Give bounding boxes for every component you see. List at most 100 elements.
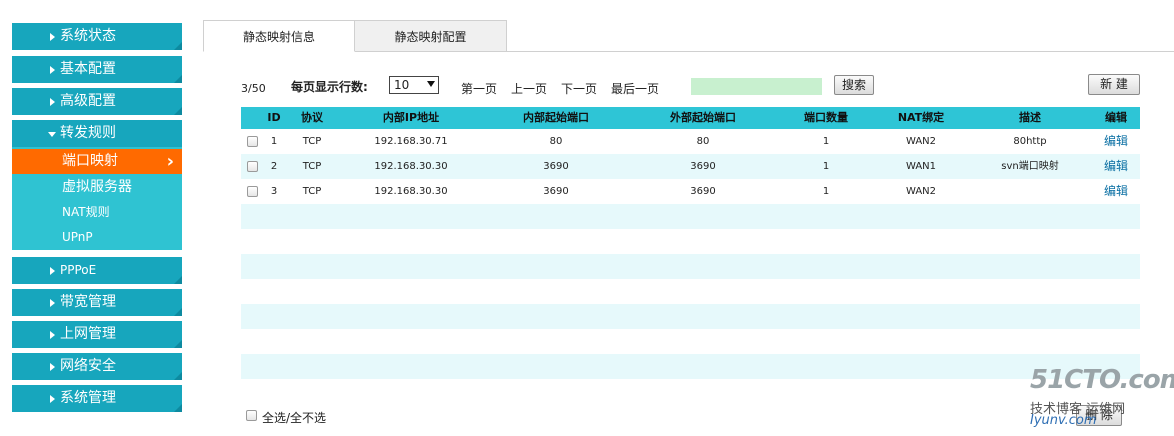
cell-id: 2 [270,161,278,172]
sidebar-item-system-management[interactable]: 系统管理 [12,385,182,412]
cell-protocol: TCP [302,136,322,147]
prev-page-link[interactable]: 上一页 [511,80,547,97]
row-checkbox[interactable] [247,136,258,147]
corner-decoration [174,107,182,115]
cell-nat: WAN2 [905,136,937,147]
cell-out-port: 80 [696,136,710,147]
column-header: 编辑 [1105,111,1127,124]
cell-desc [957,179,1103,204]
cell-desc: 80http [1013,136,1047,147]
caret-right-icon [50,331,55,339]
sidebar-item-pppoe[interactable]: PPPoE [12,257,182,284]
caret-right-icon [50,267,55,275]
empty-row [241,254,1140,279]
cell-in-port: 3690 [543,161,569,172]
column-header: 描述 [1019,111,1041,124]
corner-decoration [174,340,182,348]
caret-right-icon [50,363,55,371]
sidebar-item-bandwidth[interactable]: 带宽管理 [12,289,182,316]
sidebar-item-system-status[interactable]: 系统状态 [12,23,182,50]
sidebar-subitem-label: 虚拟服务器 [62,179,132,195]
rows-per-page-value: 10 [394,78,410,92]
sidebar-item-label: 上网管理 [60,326,116,342]
rows-per-page-select[interactable]: 10 [389,76,439,94]
table-row: 1 TCP 192.168.30.71 80 80 1 WAN2 80http … [241,129,1140,154]
empty-row [241,354,1140,379]
cell-ip: 192.168.30.30 [374,161,448,172]
sidebar-item-label: 系统状态 [60,28,116,44]
column-header: ID [267,111,281,124]
cell-desc: svn端口映射 [1001,161,1059,172]
cell-nat: WAN1 [905,161,937,172]
caret-right-icon [50,395,55,403]
edit-link[interactable]: 编辑 [1096,154,1136,179]
first-page-link[interactable]: 第一页 [461,80,497,97]
sidebar-subitem-upnp[interactable]: UPnP [12,225,182,250]
sidebar-item-network-security[interactable]: 网络安全 [12,353,182,380]
sidebar-subitem-label: NAT规则 [62,205,110,219]
sidebar-item-advanced-config[interactable]: 高级配置 [12,88,182,115]
caret-right-icon [50,299,55,307]
row-checkbox[interactable] [247,186,258,197]
cell-ip: 192.168.30.71 [374,136,448,147]
sidebar-item-forwarding-rules[interactable]: 转发规则 [12,120,182,147]
sidebar-item-label: 系统管理 [60,390,116,406]
cell-protocol: TCP [302,186,322,197]
sidebar-item-internet-access[interactable]: 上网管理 [12,321,182,348]
empty-row [241,329,1140,354]
corner-decoration [174,276,182,284]
page-count: 3/50 [241,82,266,95]
sidebar-item-label: 基本配置 [60,61,116,77]
sidebar-subitem-port-mapping[interactable]: 端口映射 › [12,149,182,174]
chevron-right-icon: › [166,151,174,172]
row-checkbox[interactable] [247,161,258,172]
sidebar-subitem-label: 端口映射 [62,153,118,169]
cell-id: 3 [270,186,278,197]
search-button[interactable]: 搜索 [834,75,874,95]
watermark-line1: 51CTO.com [1030,365,1174,395]
sidebar-subitem-nat-rules[interactable]: NAT规则 [12,200,182,225]
corner-decoration [174,404,182,412]
cell-ip: 192.168.30.30 [374,186,448,197]
tab-static-mapping-config[interactable]: 静态映射配置 [354,20,507,52]
cell-nat: WAN2 [905,186,937,197]
new-button[interactable]: 新 建 [1088,74,1140,95]
select-all-checkbox[interactable] [246,410,257,421]
cell-protocol: TCP [302,161,322,172]
sidebar-item-label: 转发规则 [60,125,116,141]
tab-static-mapping-info[interactable]: 静态映射信息 [203,20,355,52]
next-page-link[interactable]: 下一页 [561,80,597,97]
cell-out-port: 3690 [690,161,716,172]
empty-row [241,304,1140,329]
edit-link[interactable]: 编辑 [1096,179,1136,204]
sidebar-subitem-label: UPnP [62,230,93,244]
cell-in-port: 3690 [543,186,569,197]
watermark-line3: Iyunv.com [1030,413,1097,428]
sidebar-item-basic-config[interactable]: 基本配置 [12,56,182,83]
empty-row [241,279,1140,304]
table-row: 2 TCP 192.168.30.30 3690 3690 1 WAN1 svn… [241,154,1140,179]
cell-in-port: 80 [549,136,563,147]
corner-decoration [174,42,182,50]
table-header: ID 协议 内部IP地址 内部起始端口 外部起始端口 端口数量 NAT绑定 描述… [241,107,1140,129]
search-input[interactable] [691,78,822,95]
last-page-link[interactable]: 最后一页 [611,80,659,97]
caret-right-icon [50,66,55,74]
sidebar-subitem-virtual-server[interactable]: 虚拟服务器 [12,175,182,200]
dropdown-arrow-icon [427,81,435,87]
edit-link[interactable]: 编辑 [1096,129,1136,154]
select-all-toggle[interactable]: 全选/全不选 [246,409,326,426]
cell-count: 1 [822,186,830,197]
select-all-label: 全选/全不选 [262,411,327,425]
sidebar-item-label: 高级配置 [60,93,116,109]
corner-decoration [174,372,182,380]
empty-row [241,229,1140,254]
corner-decoration [174,308,182,316]
sidebar-item-label: 带宽管理 [60,294,116,310]
cell-count: 1 [822,161,830,172]
column-header: 外部起始端口 [670,111,736,124]
column-header: 协议 [301,111,323,124]
column-header: 端口数量 [804,111,848,124]
caret-right-icon [50,98,55,106]
cell-out-port: 3690 [690,186,716,197]
